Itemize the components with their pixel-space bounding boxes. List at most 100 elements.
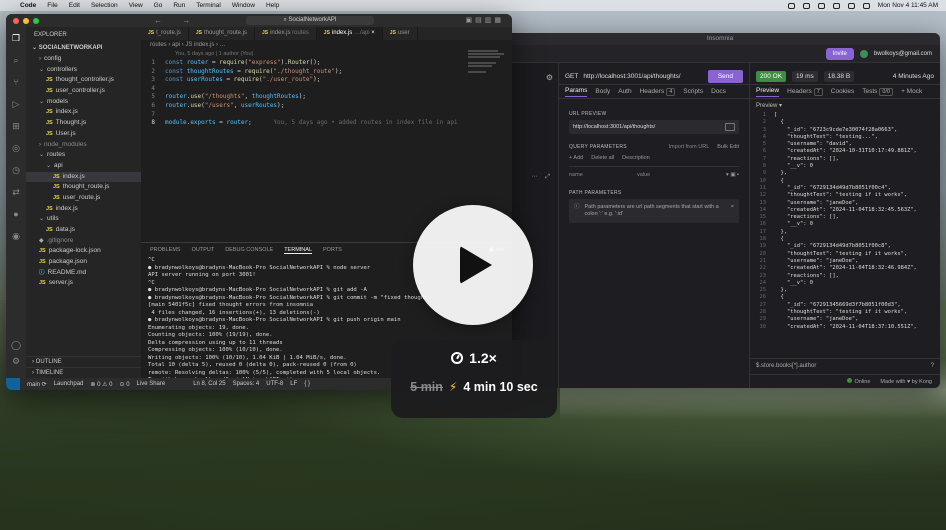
bulk-edit-button[interactable]: Bulk Edit xyxy=(717,144,739,150)
account-email[interactable]: bwolkoys@gmail.com xyxy=(874,51,932,57)
code-line[interactable]: 3 const userRoutes = require("./user_rout… xyxy=(141,76,512,85)
tree-item[interactable]: JS index.js xyxy=(26,171,141,183)
search-icon[interactable] xyxy=(847,2,855,9)
tree-item[interactable]: JS index.js xyxy=(26,107,141,118)
breadcrumb[interactable]: routes › api › JS index.js › … xyxy=(141,40,512,50)
editor-tab[interactable]: JS user xyxy=(383,27,418,40)
request-tab[interactable]: Body xyxy=(595,88,610,95)
avatar[interactable] xyxy=(859,49,868,58)
editor-tab[interactable]: JS index.js routes xyxy=(255,27,317,40)
docker-icon[interactable]: ◉ xyxy=(6,225,26,247)
code-line[interactable]: 2 const thoughtRoutes = require("./though… xyxy=(141,68,512,77)
menu-app-name[interactable]: Code xyxy=(20,2,36,9)
search-icon[interactable]: ⌕ xyxy=(6,49,26,71)
panel-tab[interactable]: PORTS xyxy=(323,247,342,253)
menu-run[interactable]: Run xyxy=(173,2,185,9)
tree-item[interactable]: JS User.js xyxy=(26,129,141,140)
code-line[interactable]: 5 router.use("/thoughts", thoughtRoutes); xyxy=(141,93,512,102)
code-editor[interactable]: 1 const router = require("express").Route… xyxy=(141,59,512,128)
code-line[interactable]: 4 xyxy=(141,85,512,94)
close-icon[interactable]: × xyxy=(731,204,734,218)
close-window-button[interactable] xyxy=(13,18,19,24)
tree-item[interactable]: JS index.js xyxy=(26,204,141,215)
panel-tab[interactable]: PROBLEMS xyxy=(150,247,181,253)
gear-icon[interactable]: ⚙ xyxy=(546,73,553,82)
tree-item[interactable]: ⌄ models xyxy=(26,97,141,108)
source-control-icon[interactable]: ⑂ xyxy=(6,71,26,93)
code-line[interactable]: 6 router.use("/users", userRoutes); xyxy=(141,102,512,111)
response-tab[interactable]: + Mock xyxy=(901,88,922,95)
run-debug-icon[interactable]: ▷ xyxy=(6,93,26,115)
panel-tab[interactable]: OUTPUT xyxy=(192,247,215,253)
command-center-search[interactable]: ⌕ SocialNetworkAPI xyxy=(246,16,374,25)
menu-help[interactable]: Help xyxy=(266,2,279,9)
ports-count[interactable]: ⊙ 0 xyxy=(120,381,130,388)
menu-window[interactable]: Window xyxy=(232,2,255,9)
menu-selection[interactable]: Selection xyxy=(91,2,118,9)
codelens-blame[interactable]: You, 5 days ago | 1 author (You) xyxy=(141,50,512,59)
method-select[interactable]: GET xyxy=(565,73,578,80)
editor-tab[interactable]: JS t_route.js xyxy=(141,27,189,40)
files-icon[interactable]: ❐ xyxy=(6,27,26,49)
minimap[interactable] xyxy=(468,50,508,90)
delete-all-button[interactable]: Delete all xyxy=(591,155,614,161)
send-button[interactable]: Send xyxy=(707,70,743,83)
tree-item[interactable]: › node_modules xyxy=(26,140,141,151)
tree-item[interactable]: JS server.js xyxy=(26,278,141,289)
wifi-icon[interactable] xyxy=(832,2,840,9)
request-tab[interactable]: Params xyxy=(565,87,588,97)
menu-file[interactable]: File xyxy=(47,2,57,9)
gear-icon[interactable]: ⚙ xyxy=(6,350,26,372)
control-center-icon[interactable] xyxy=(862,2,870,9)
tree-item[interactable]: JS thought_controller.js xyxy=(26,75,141,86)
menu-terminal[interactable]: Terminal xyxy=(196,2,221,9)
editor-tab[interactable]: JS thought_route.js xyxy=(189,27,255,40)
problems-count[interactable]: ⊗ 0 ⚠ 0 xyxy=(90,381,112,388)
remote-indicator[interactable] xyxy=(6,378,20,390)
response-tab[interactable]: Preview xyxy=(756,87,780,97)
battery-icon[interactable] xyxy=(817,2,825,9)
add-param-button[interactable]: + Add xyxy=(569,155,583,161)
tree-item[interactable]: JS thought_route.js xyxy=(26,182,141,193)
encoding[interactable]: UTF-8 xyxy=(266,381,283,387)
param-name-input[interactable]: name xyxy=(569,172,629,178)
tree-item[interactable]: ⌄ utils xyxy=(26,214,141,225)
request-tab[interactable]: Auth xyxy=(618,88,631,95)
invite-button[interactable]: Invite xyxy=(825,47,854,60)
panel-tab[interactable]: TERMINAL xyxy=(284,247,312,254)
project-root[interactable]: ⌄ SOCIALNETWORKAPI xyxy=(26,43,141,54)
github-icon[interactable]: ● xyxy=(6,203,26,225)
timeline-section[interactable]: › TIMELINE xyxy=(26,367,141,377)
timeline-icon[interactable]: ◷ xyxy=(6,159,26,181)
menubar-clock[interactable]: Mon Nov 4 11:45 AM xyxy=(878,2,938,9)
git-branch[interactable]: main ⟳ xyxy=(27,381,47,388)
code-line[interactable]: 8 module.exports = router; You, 5 days ag… xyxy=(141,119,512,128)
request-tab[interactable]: Scripts xyxy=(683,88,703,95)
request-tab[interactable]: Headers 4 xyxy=(640,88,676,96)
tree-item[interactable]: ⌄ api xyxy=(26,161,141,172)
launchpad[interactable]: Launchpad xyxy=(54,381,84,387)
zoom-window-button[interactable] xyxy=(33,18,39,24)
menu-go[interactable]: Go xyxy=(154,2,163,9)
response-tab[interactable]: Tests 0/0 xyxy=(862,88,894,96)
outline-section[interactable]: › OUTLINE xyxy=(26,356,141,366)
live-share-icon[interactable]: ⇄ xyxy=(6,181,26,203)
cursor-position[interactable]: Ln 8, Col 25 xyxy=(193,381,225,387)
tree-item[interactable]: JS package.json xyxy=(26,257,141,268)
tree-item[interactable]: ◆ .gitignore xyxy=(26,236,141,247)
nav-arrows-icon[interactable]: ← → xyxy=(154,16,199,25)
request-tab[interactable]: Docs xyxy=(711,88,726,95)
close-icon[interactable]: × xyxy=(371,30,375,36)
description-toggle[interactable]: Description xyxy=(622,155,650,161)
minimize-window-button[interactable] xyxy=(23,18,29,24)
response-history[interactable]: 4 Minutes Ago xyxy=(893,73,934,80)
menu-view[interactable]: View xyxy=(129,2,143,9)
language-mode[interactable]: { } xyxy=(304,381,310,387)
response-tab[interactable]: Headers 7 xyxy=(787,88,823,96)
editor-tab[interactable]: JS index.js …/api × xyxy=(316,27,383,40)
remote-icon[interactable]: ◎ xyxy=(6,137,26,159)
bluetooth-icon[interactable] xyxy=(802,2,810,9)
live-share[interactable]: Live Share xyxy=(137,381,166,387)
url-input[interactable]: http://localhost:3001/api/thoughts/ xyxy=(583,73,702,80)
tree-item[interactable]: › config xyxy=(26,54,141,65)
